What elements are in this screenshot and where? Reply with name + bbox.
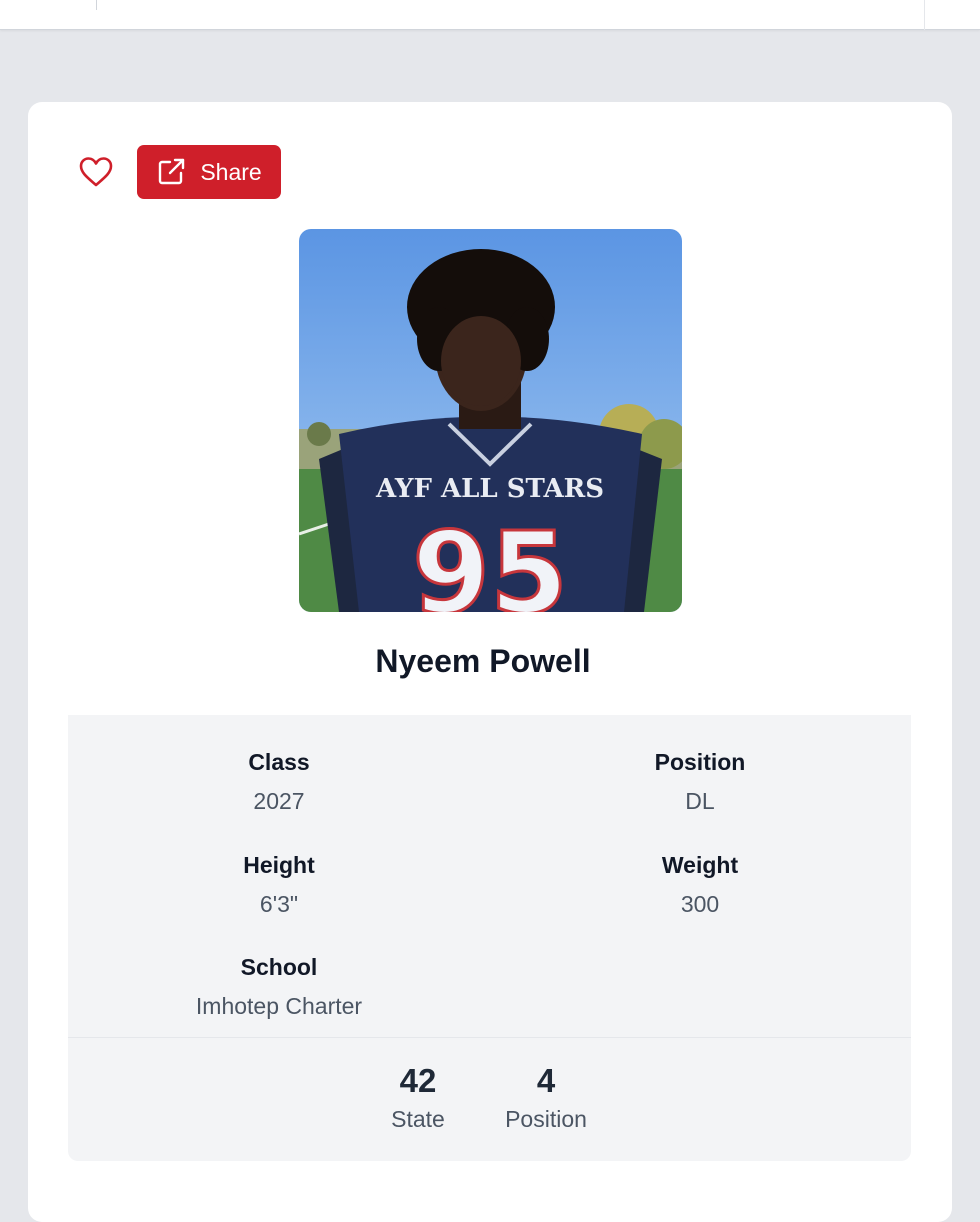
weight-stat: Weight 300 bbox=[570, 852, 830, 918]
player-photo: AYF ALL STARS 95 bbox=[299, 229, 682, 612]
player-name: Nyeem Powell bbox=[375, 643, 591, 679]
svg-text:AYF ALL STARS: AYF ALL STARS bbox=[375, 474, 604, 504]
school-stat: School Imhotep Charter bbox=[149, 954, 409, 1020]
stat-label: School bbox=[240, 954, 318, 980]
state-ranking: 42 State bbox=[358, 1062, 478, 1133]
height-stat: Height 6'3" bbox=[149, 852, 409, 918]
position-ranking: 4 Position bbox=[486, 1062, 606, 1133]
stat-value: 300 bbox=[680, 891, 720, 917]
player-profile-card: Share AYF ALL STARS 95 Nyeem Powell Clas… bbox=[28, 102, 952, 1222]
class-stat: Class 2027 bbox=[149, 749, 409, 815]
player-details-panel: Class 2027 Position DL Height 6'3" Weigh… bbox=[68, 715, 911, 1161]
stat-value: 2027 bbox=[253, 788, 305, 814]
ranking-value: 4 bbox=[536, 1062, 556, 1099]
stat-label: Position bbox=[654, 749, 746, 775]
share-label: Share bbox=[200, 158, 262, 185]
stat-value: DL bbox=[685, 788, 715, 814]
heart-icon[interactable] bbox=[78, 154, 114, 190]
stat-label: Weight bbox=[661, 852, 739, 878]
top-navigation-bar bbox=[0, 0, 980, 30]
stat-label: Height bbox=[243, 852, 315, 878]
nav-divider bbox=[924, 0, 925, 30]
svg-text:95: 95 bbox=[412, 509, 568, 612]
stat-value: 6'3" bbox=[259, 891, 299, 917]
ranking-label: State bbox=[391, 1106, 445, 1132]
stat-value: Imhotep Charter bbox=[195, 993, 363, 1019]
position-stat: Position DL bbox=[570, 749, 830, 815]
stat-label: Class bbox=[248, 749, 310, 775]
external-link-icon bbox=[156, 157, 186, 187]
nav-divider bbox=[96, 0, 97, 10]
share-button[interactable]: Share bbox=[137, 145, 281, 199]
section-divider bbox=[68, 1037, 911, 1038]
ranking-value: 42 bbox=[399, 1062, 437, 1099]
ranking-label: Position bbox=[505, 1106, 587, 1132]
